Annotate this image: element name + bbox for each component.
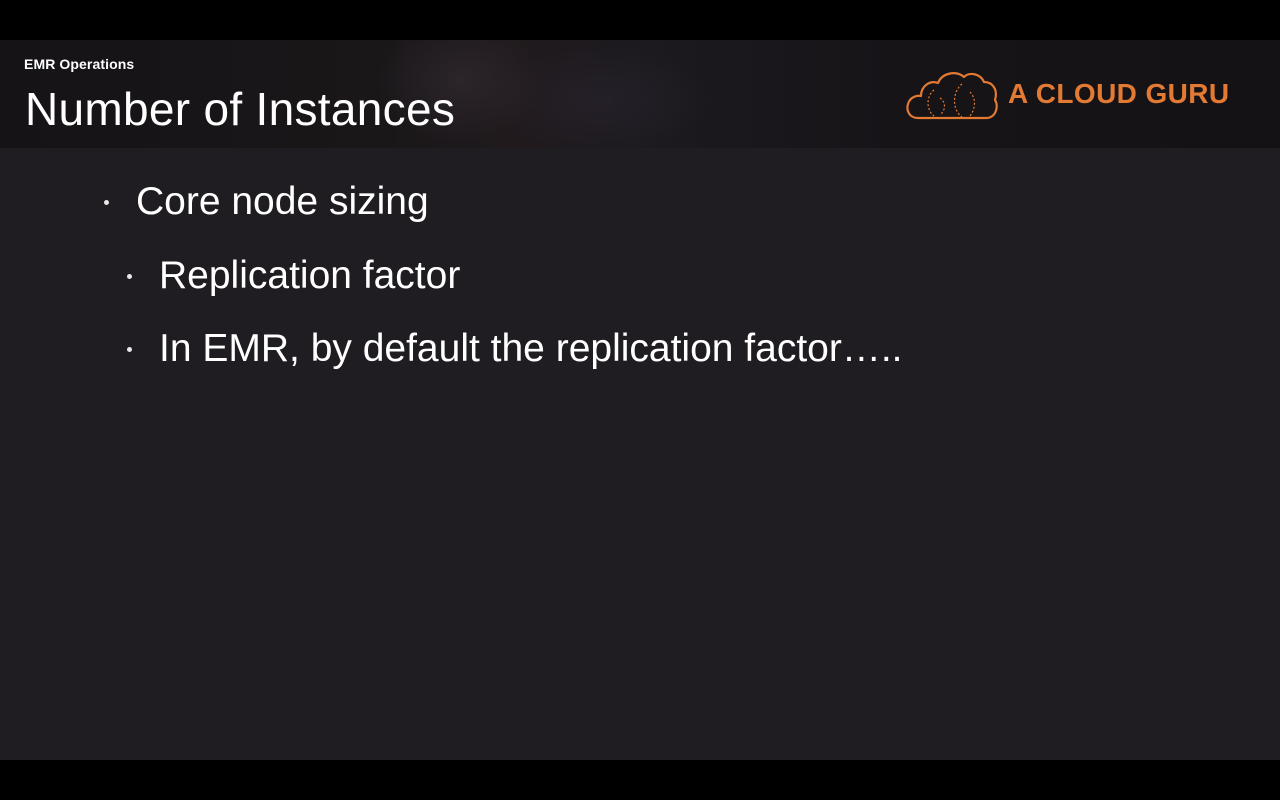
slide-header: EMR Operations Number of Instances A CLO…	[0, 40, 1280, 148]
bullet-text: Replication factor	[159, 254, 461, 297]
section-label: EMR Operations	[24, 56, 135, 72]
bullet-text: In EMR, by default the replication facto…	[159, 327, 903, 370]
video-frame: EMR Operations Number of Instances A CLO…	[0, 0, 1280, 800]
brand-name: A CLOUD GURU	[1008, 78, 1230, 109]
bullet-item: Replication factor	[127, 254, 460, 298]
bullet-item: In EMR, by default the replication facto…	[127, 327, 903, 371]
bullet-dot-icon	[127, 346, 132, 352]
bullet-dot-icon	[104, 199, 109, 205]
bullet-dot-icon	[127, 273, 132, 279]
bullet-item: Core node sizing	[104, 180, 429, 224]
presentation-slide: EMR Operations Number of Instances A CLO…	[0, 40, 1280, 760]
bullet-text: Core node sizing	[136, 180, 429, 223]
cloud-icon	[906, 72, 998, 120]
brand-logo: A CLOUD GURU	[904, 68, 1254, 122]
slide-title: Number of Instances	[25, 83, 456, 135]
